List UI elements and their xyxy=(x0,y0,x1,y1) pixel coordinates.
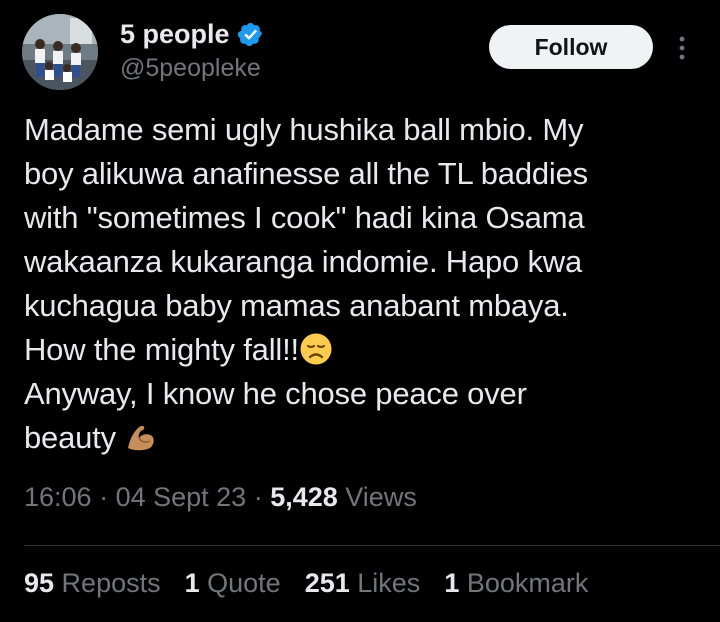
tweet-line: kuchagua baby mamas anabant mbaya. xyxy=(24,288,569,323)
engagement-stats: 95 Reposts 1 Quote 251 Likes 1 Bookmark xyxy=(24,568,612,599)
tweet-date[interactable]: 04 Sept 23 xyxy=(116,482,247,512)
tweet-line: beauty xyxy=(24,420,116,455)
group-photo-avatar-icon xyxy=(22,14,98,90)
flexed-biceps-emoji-icon xyxy=(128,425,155,451)
tweet-text: Madame semi ugly hushika ball mbio. My b… xyxy=(24,108,696,460)
tweet-line: with "sometimes I cook" hadi kina Osama xyxy=(24,200,585,235)
views-label: Views xyxy=(337,482,417,512)
quotes-count: 1 xyxy=(184,568,200,598)
likes-stat[interactable]: 251 Likes xyxy=(305,568,421,599)
author-names: 5 people @5peopleke xyxy=(120,16,264,83)
display-name-row: 5 people xyxy=(120,16,264,52)
views-count: 5,428 xyxy=(270,482,338,512)
tweet-line: Madame semi ugly hushika ball mbio. My xyxy=(24,112,584,147)
likes-count: 251 xyxy=(304,568,350,598)
disappointed-face-emoji-icon xyxy=(300,333,332,365)
handle[interactable]: @5peopleke xyxy=(120,54,264,83)
likes-label: Likes xyxy=(349,568,421,598)
tweet-time[interactable]: 16:06 xyxy=(24,482,92,512)
tweet-line: Anyway, I know he chose peace over xyxy=(24,376,527,411)
quotes-stat[interactable]: 1 Quote xyxy=(185,568,281,599)
tweet-line: boy alikuwa anafinesse all the TL baddie… xyxy=(24,156,588,191)
divider xyxy=(24,545,720,546)
tweet-header: 5 people @5peopleke Follow xyxy=(22,14,702,94)
meta-separator: · xyxy=(246,482,271,512)
verified-badge-icon[interactable] xyxy=(237,21,264,48)
reposts-label: Reposts xyxy=(54,568,161,598)
meta-separator: · xyxy=(91,482,116,512)
bookmarks-label: Bookmark xyxy=(459,568,589,598)
reposts-stat[interactable]: 95 Reposts xyxy=(24,568,161,599)
tweet-line: How the mighty fall!! xyxy=(24,332,299,367)
follow-button[interactable]: Follow xyxy=(489,25,653,69)
display-name[interactable]: 5 people xyxy=(120,19,230,50)
avatar[interactable] xyxy=(22,14,98,90)
quotes-label: Quote xyxy=(199,568,281,598)
bookmarks-stat[interactable]: 1 Bookmark xyxy=(444,568,588,599)
bookmarks-count: 1 xyxy=(444,568,460,598)
tweet-line: wakaanza kukaranga indomie. Hapo kwa xyxy=(24,244,583,279)
more-options-icon[interactable] xyxy=(672,34,692,62)
reposts-count: 95 xyxy=(24,568,55,598)
tweet-meta: 16:06 · 04 Sept 23 · 5,428 Views xyxy=(24,482,417,513)
